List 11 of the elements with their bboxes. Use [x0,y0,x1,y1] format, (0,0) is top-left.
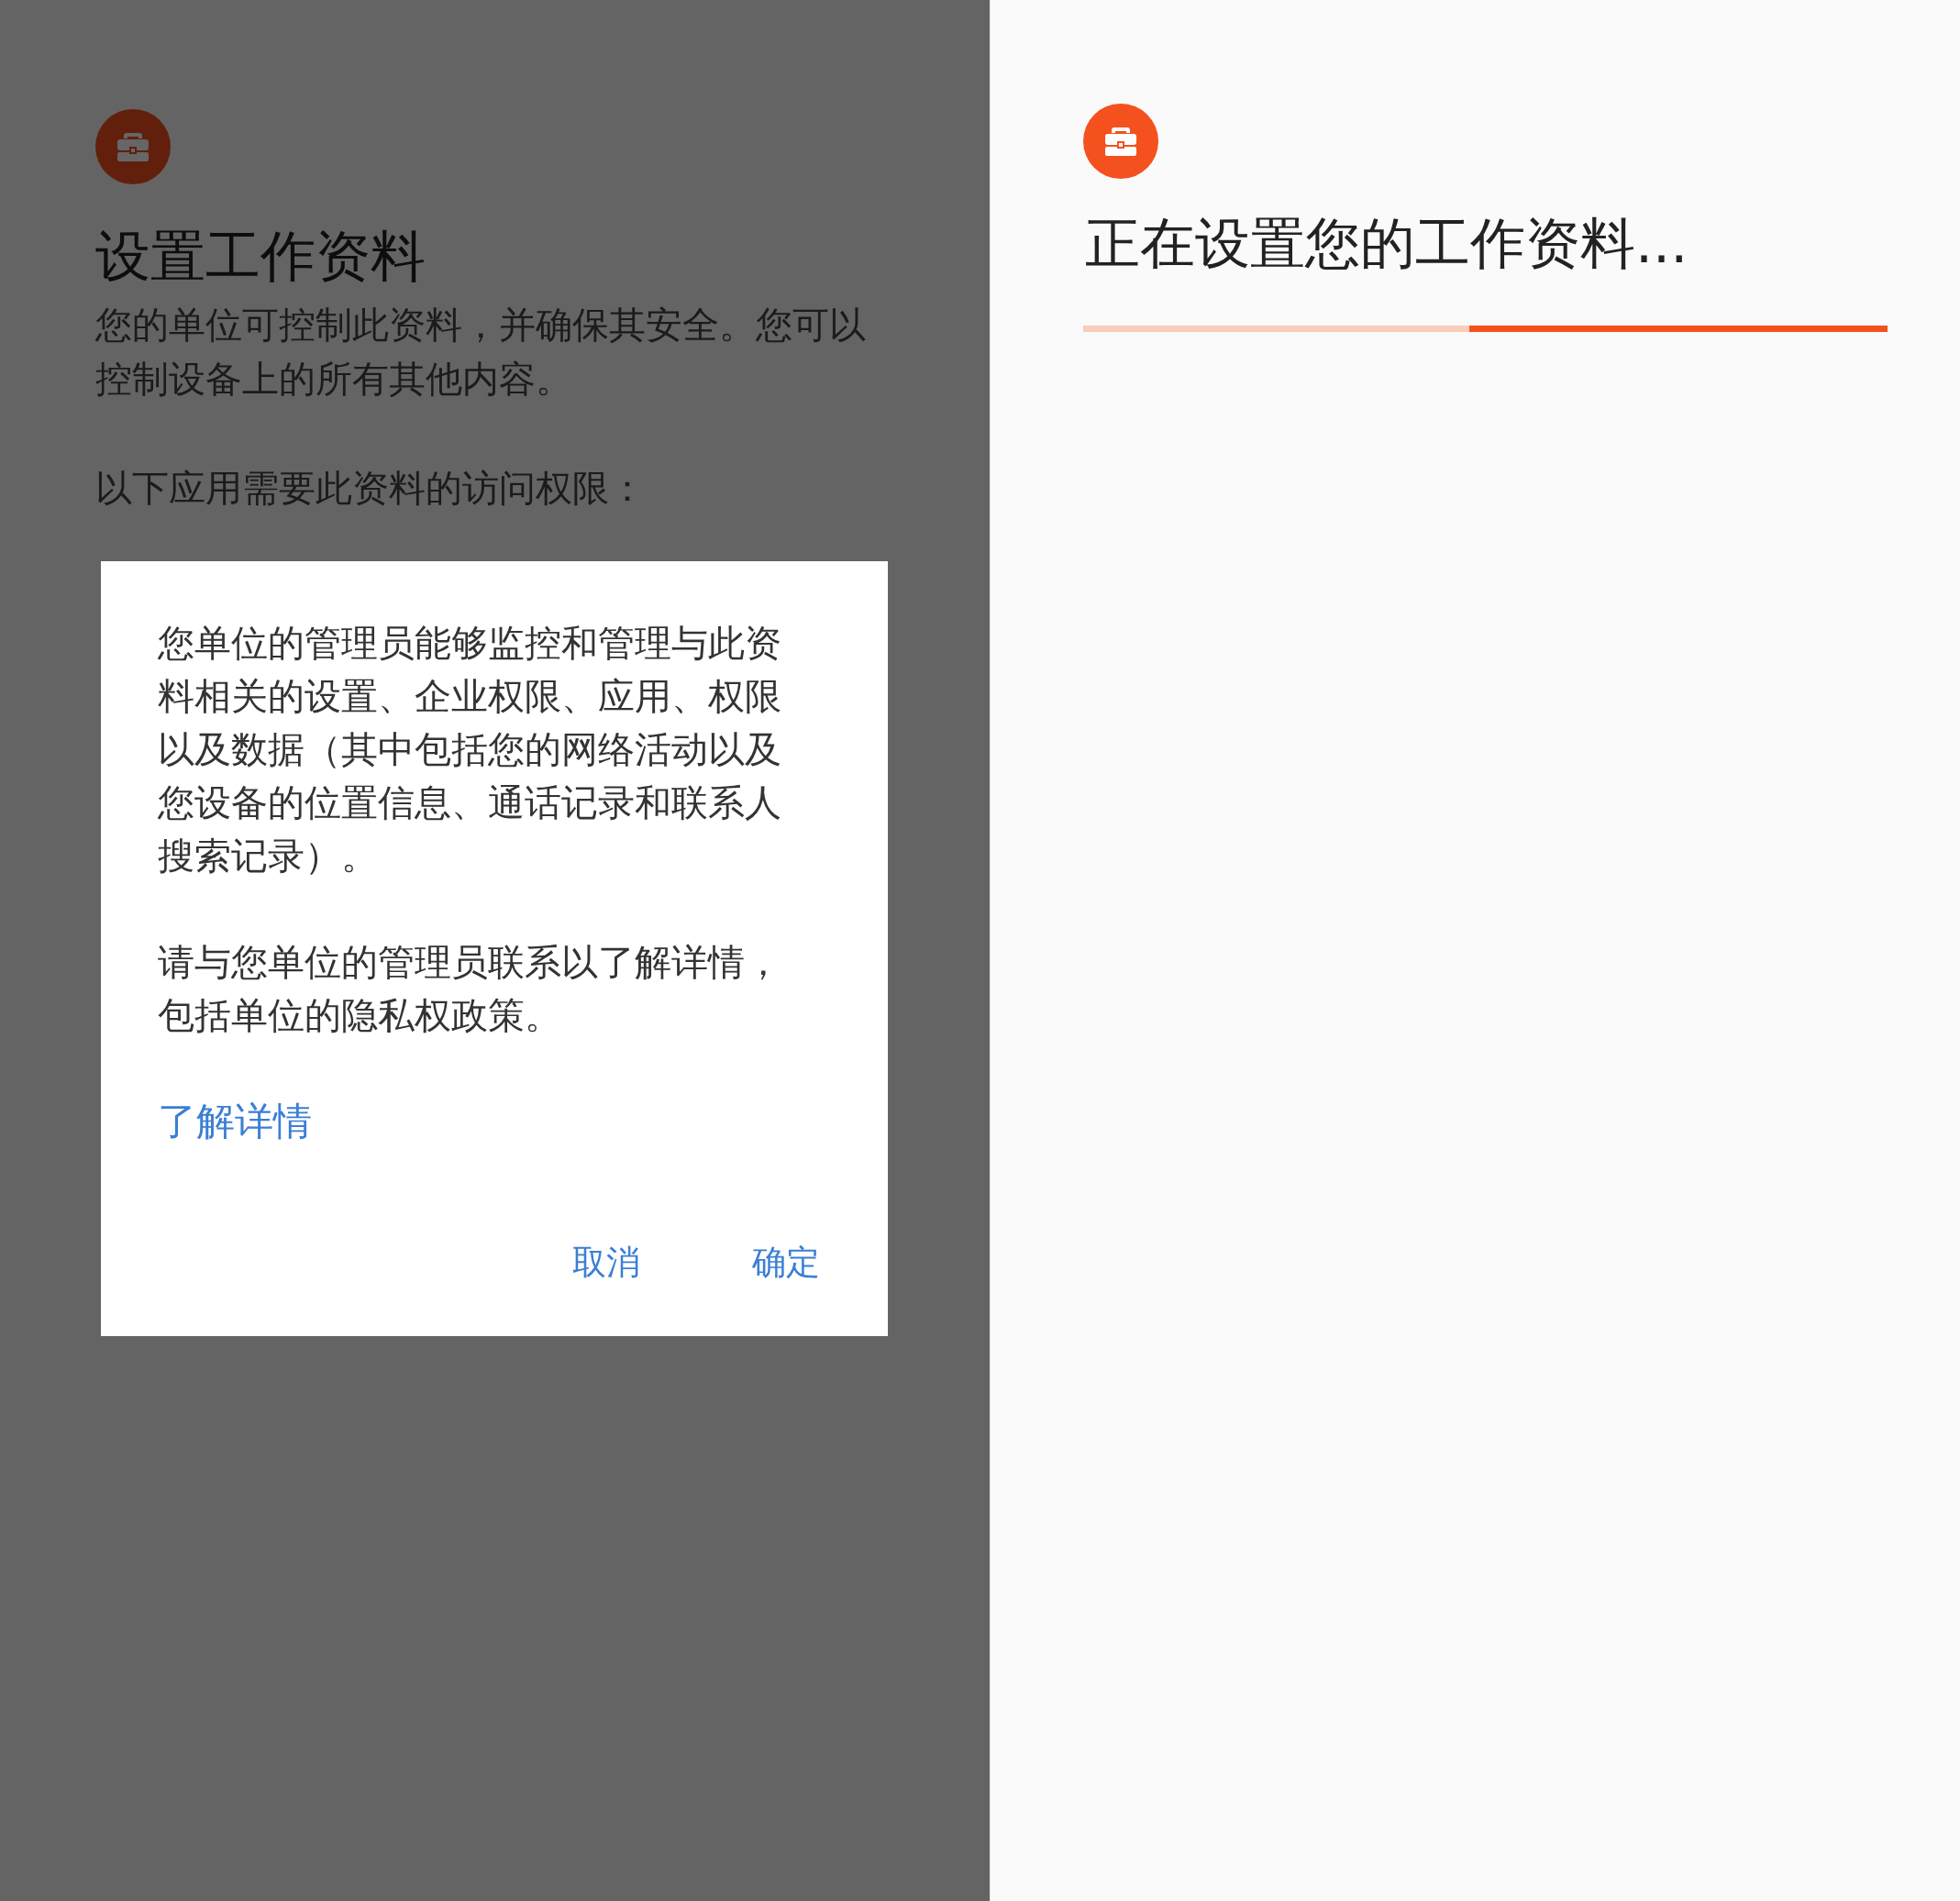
briefcase-icon [95,109,171,184]
dialog-button[interactable]: 取消 [567,1236,646,1289]
learn-more-link[interactable]: 了解详情 [158,1095,312,1148]
briefcase-icon [1083,104,1158,179]
dialog-button[interactable]: 确定 [747,1236,825,1289]
section-heading: 以下应用需要此资料的访问权限： [95,466,647,511]
dialog-text: 您单位的管理员能够监控和管理与此资料相关的设置、企业权限、应用、权限以及数据（其中包括您的网络活动以及您设备的位置信息、通话记录和联系人搜索记录）。 [158,621,782,879]
screen-title: 设置工作资料 [95,223,426,290]
dialog-text: 请与您单位的管理员联系以了解详情，包括单位的隐私权政策。 [158,940,782,1038]
screen-title: 正在设置您的工作资料... [1085,210,1689,277]
description-text: 您的单位可控制此资料，并确保其安全。您可以控制设备上的所有其他内容。 [95,303,867,402]
